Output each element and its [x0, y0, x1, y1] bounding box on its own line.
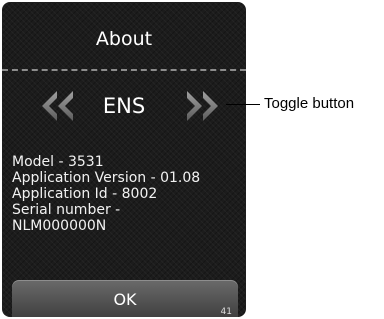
double-chevron-right-icon[interactable] — [184, 88, 220, 124]
device-info: Model - 3531 Application Version - 01.08… — [12, 154, 200, 234]
ok-button[interactable]: OK 41 — [12, 280, 238, 317]
info-model: Model - 3531 — [12, 154, 104, 170]
header-divider — [2, 69, 246, 71]
info-serial-value: NLM000000N — [12, 218, 107, 234]
info-app-id: Application Id - 8002 — [12, 186, 158, 202]
ok-button-label: OK — [113, 290, 137, 309]
screen-title: About — [95, 28, 153, 50]
info-app-version: Application Version - 01.08 — [12, 170, 201, 186]
device-screen: About ENS Model - 3531 Application Versi… — [2, 2, 246, 317]
page-number: 41 — [220, 307, 232, 317]
callout-line — [226, 104, 260, 105]
info-serial-label: Serial number - — [12, 202, 121, 218]
callout-label: Toggle button — [264, 95, 355, 112]
